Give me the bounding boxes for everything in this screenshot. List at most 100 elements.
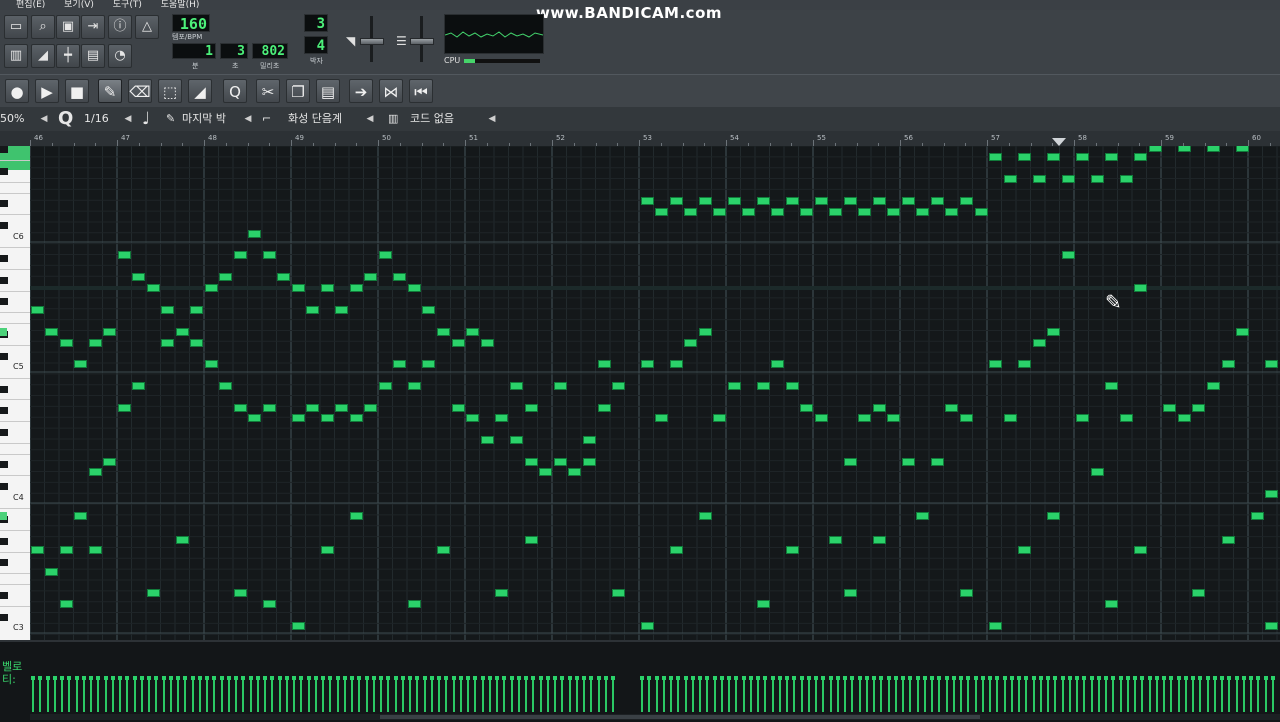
- midi-note[interactable]: [1265, 622, 1278, 630]
- velocity-handle[interactable]: [342, 676, 347, 680]
- midi-note[interactable]: [931, 458, 944, 466]
- velocity-bar[interactable]: [822, 678, 825, 712]
- midi-note[interactable]: [641, 360, 654, 368]
- velocity-handle[interactable]: [161, 676, 166, 680]
- black-key[interactable]: [0, 613, 8, 621]
- velocity-bar[interactable]: [1054, 678, 1057, 712]
- velocity-handle[interactable]: [1046, 676, 1050, 680]
- midi-note[interactable]: [422, 306, 435, 314]
- velocity-bar[interactable]: [97, 678, 100, 712]
- velocity-bar[interactable]: [989, 678, 991, 712]
- velocity-bar[interactable]: [409, 678, 411, 712]
- velocity-handle[interactable]: [31, 676, 35, 680]
- midi-note[interactable]: [771, 208, 784, 216]
- velocity-handle[interactable]: [139, 676, 144, 680]
- velocity-bar[interactable]: [902, 678, 904, 712]
- velocity-bar[interactable]: [1155, 678, 1158, 712]
- velocity-bar[interactable]: [597, 678, 600, 712]
- velocity-bar[interactable]: [1025, 678, 1028, 712]
- velocity-bar[interactable]: [1047, 678, 1049, 712]
- midi-note[interactable]: [1149, 146, 1162, 152]
- midi-note[interactable]: [205, 284, 218, 292]
- rewind-icon[interactable]: ⏮: [409, 79, 433, 103]
- velocity-handle[interactable]: [212, 676, 217, 680]
- velocity-handle[interactable]: [712, 676, 717, 680]
- midi-note[interactable]: [1134, 153, 1147, 161]
- velocity-handle[interactable]: [669, 676, 673, 680]
- velocity-bar[interactable]: [32, 678, 34, 712]
- midi-note[interactable]: [699, 197, 712, 205]
- chord-select[interactable]: 코드 없음: [410, 107, 454, 131]
- velocity-bar[interactable]: [184, 678, 187, 712]
- velocity-bar[interactable]: [546, 678, 549, 712]
- velocity-bar[interactable]: [1090, 678, 1093, 712]
- velocity-bar[interactable]: [1039, 678, 1042, 712]
- midi-note[interactable]: [292, 622, 305, 630]
- velocity-bar[interactable]: [916, 678, 919, 712]
- velocity-handle[interactable]: [437, 676, 441, 680]
- velocity-bar[interactable]: [322, 678, 324, 712]
- velocity-bar[interactable]: [858, 678, 861, 712]
- velocity-handle[interactable]: [364, 676, 369, 680]
- midi-note[interactable]: [118, 404, 131, 412]
- midi-note[interactable]: [321, 284, 334, 292]
- midi-note[interactable]: [74, 360, 87, 368]
- velocity-handle[interactable]: [980, 676, 985, 680]
- velocity-handle[interactable]: [379, 676, 383, 680]
- velocity-bar[interactable]: [452, 678, 455, 712]
- velocity-handle[interactable]: [937, 676, 942, 680]
- velocity-handle[interactable]: [727, 676, 731, 680]
- midi-note[interactable]: [263, 251, 276, 259]
- velocity-handle[interactable]: [698, 676, 702, 680]
- midi-note[interactable]: [757, 600, 770, 608]
- velocity-bar[interactable]: [1221, 678, 1223, 712]
- velocity-bar[interactable]: [945, 678, 948, 712]
- midi-note[interactable]: [989, 153, 1002, 161]
- velocity-bar[interactable]: [554, 678, 556, 712]
- velocity-bar[interactable]: [1112, 678, 1115, 712]
- midi-note[interactable]: [1192, 589, 1205, 597]
- midi-note[interactable]: [699, 512, 712, 520]
- velocity-handle[interactable]: [335, 676, 340, 680]
- velocity-bar[interactable]: [140, 678, 143, 712]
- midi-note[interactable]: [1134, 284, 1147, 292]
- velocity-bar[interactable]: [46, 678, 49, 712]
- midi-note[interactable]: [103, 328, 116, 336]
- velocity-handle[interactable]: [879, 676, 884, 680]
- velocity-bar[interactable]: [474, 678, 477, 712]
- midi-note[interactable]: [379, 382, 392, 390]
- midi-note[interactable]: [525, 458, 538, 466]
- velocity-bar[interactable]: [481, 678, 484, 712]
- velocity-handle[interactable]: [864, 676, 869, 680]
- midi-note[interactable]: [1047, 153, 1060, 161]
- velocity-bar[interactable]: [648, 678, 651, 712]
- velocity-handle[interactable]: [502, 676, 507, 680]
- midi-note[interactable]: [481, 339, 494, 347]
- velocity-bar[interactable]: [307, 678, 310, 712]
- velocity-handle[interactable]: [1263, 676, 1268, 680]
- velocity-bar[interactable]: [1192, 678, 1194, 712]
- midi-note[interactable]: [1105, 382, 1118, 390]
- midi-note[interactable]: [757, 382, 770, 390]
- scrollbar-thumb[interactable]: [380, 715, 980, 719]
- black-key[interactable]: [0, 200, 8, 208]
- midi-note[interactable]: [248, 414, 261, 422]
- velocity-handle[interactable]: [125, 676, 130, 680]
- velocity-bar[interactable]: [1141, 678, 1144, 712]
- midi-note[interactable]: [1163, 404, 1176, 412]
- midi-note[interactable]: [829, 536, 842, 544]
- velocity-handle[interactable]: [690, 676, 695, 680]
- velocity-bar[interactable]: [1148, 678, 1151, 712]
- midi-note[interactable]: [873, 404, 886, 412]
- velocity-bar[interactable]: [938, 678, 941, 712]
- velocity-bar[interactable]: [568, 678, 571, 712]
- black-key[interactable]: [0, 407, 8, 415]
- midi-note[interactable]: [699, 328, 712, 336]
- midi-note[interactable]: [1047, 328, 1060, 336]
- velocity-bar[interactable]: [532, 678, 535, 712]
- midi-note[interactable]: [74, 512, 87, 520]
- black-key[interactable]: [0, 559, 8, 567]
- cut-icon[interactable]: ✂: [256, 79, 280, 103]
- velocity-handle[interactable]: [850, 676, 855, 680]
- velocity-handle[interactable]: [1154, 676, 1159, 680]
